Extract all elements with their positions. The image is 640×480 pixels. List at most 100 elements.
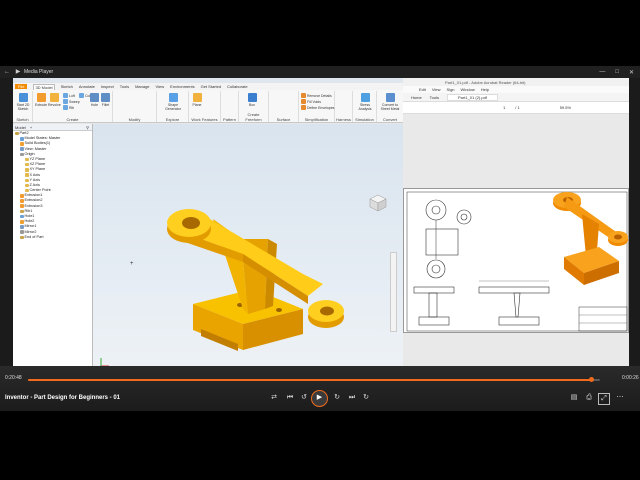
fillet-button[interactable]: Fillet xyxy=(100,93,111,107)
group-label: Explore xyxy=(165,117,180,122)
tree-node-icon xyxy=(20,225,24,229)
ribbon-group-surface: Surface xyxy=(269,91,299,122)
pdf-menu-edit[interactable]: Edit xyxy=(419,87,426,92)
tab-inspect[interactable]: Inspect xyxy=(101,84,114,89)
tab-annotate[interactable]: Annotate xyxy=(79,84,95,89)
tab-view[interactable]: View xyxy=(156,84,165,89)
viewcube-icon[interactable] xyxy=(369,194,387,212)
cursor-icon: + xyxy=(130,261,134,267)
more-icon[interactable]: ⋯ xyxy=(614,393,626,403)
define-envelopes-button[interactable]: Define Envelopes xyxy=(301,105,334,110)
tab-file[interactable]: File xyxy=(15,84,28,89)
repeat-icon[interactable]: ↻ xyxy=(360,393,372,403)
pdf-tabs: Home Tools Part1_01 (2).pdf xyxy=(403,93,629,102)
browser-tab-model[interactable]: Model xyxy=(15,125,26,130)
tree-node[interactable]: End of Part xyxy=(15,235,92,240)
pdf-canvas[interactable] xyxy=(403,114,629,378)
tab-environments[interactable]: Environments xyxy=(170,84,194,89)
group-label: Convert xyxy=(382,117,397,122)
stress-analysis-icon xyxy=(360,93,370,102)
rib-button[interactable]: Rib xyxy=(63,105,74,110)
pdf-menu-view[interactable]: View xyxy=(432,87,441,92)
ribbon: Start 2D Sketch Sketch Extrude Revolve L… xyxy=(13,90,403,123)
pdf-menu-help[interactable]: Help xyxy=(481,87,489,92)
pdf-tab-home[interactable]: Home xyxy=(411,95,422,100)
plane-button[interactable]: Plane xyxy=(191,93,203,107)
pdf-toolbar: 1 / 1 59.5% xyxy=(403,102,629,114)
sweep-button[interactable]: Sweep xyxy=(63,99,80,104)
revolve-icon xyxy=(49,93,59,102)
start-sketch-button[interactable]: Start 2D Sketch xyxy=(15,93,31,111)
maximize-icon[interactable]: □ xyxy=(615,69,619,75)
seek-bar-thumb[interactable] xyxy=(589,377,595,382)
pdf-window-title: Part1_01.pdf - Adobe Acrobat Reader (64-… xyxy=(445,79,526,85)
box-icon xyxy=(247,93,257,102)
ribbon-group-create: Extrude Revolve Loft Sweep Rib Coil Hole… xyxy=(33,91,113,122)
tab-get-started[interactable]: Get Started xyxy=(201,84,221,89)
ribbon-group-work-features: Plane Work Features xyxy=(189,91,221,122)
remove-details-button[interactable]: Remove Details xyxy=(301,93,332,98)
page-current[interactable]: 1 xyxy=(503,105,505,110)
tab-collaborate[interactable]: Collaborate xyxy=(227,84,247,89)
model-tree: Part2 Model States: Master Solid Bodies(1)… xyxy=(13,131,92,240)
play-icon: ▶ xyxy=(316,394,323,401)
graphics-viewport[interactable]: + xyxy=(93,124,403,378)
fill-voids-button[interactable]: Fill Voids xyxy=(301,99,321,104)
player-controls: 0:20:48 0:00:26 Inventor - Part Design f… xyxy=(0,366,640,411)
sketch-icon xyxy=(18,93,28,102)
stress-analysis-button[interactable]: Stress Analysis xyxy=(356,93,374,111)
box-button[interactable]: Box xyxy=(245,93,259,107)
minimize-icon[interactable]: — xyxy=(599,69,605,75)
tab-sketch[interactable]: Sketch xyxy=(61,84,73,89)
search-icon[interactable]: ⚲ xyxy=(86,125,89,130)
extrude-icon xyxy=(36,93,46,102)
video-frame[interactable]: File 3D Model Sketch Annotate Inspect Tools M… xyxy=(13,78,629,378)
pdf-tab-document[interactable]: Part1_01 (2).pdf xyxy=(447,93,498,101)
revolve-button[interactable]: Revolve xyxy=(48,93,61,107)
cast-icon[interactable]: ⎙ xyxy=(583,393,595,403)
tree-node-icon xyxy=(25,188,29,193)
seek-bar[interactable] xyxy=(28,377,600,382)
pdf-viewer-window: Part1_01.pdf - Adobe Acrobat Reader (64-… xyxy=(403,78,629,378)
shuffle-icon[interactable]: ⇄ xyxy=(268,393,280,403)
define-envelopes-icon xyxy=(301,105,306,110)
navigation-bar[interactable] xyxy=(390,252,397,332)
group-label: Modify xyxy=(128,117,141,122)
app-title: Media Player xyxy=(24,69,54,75)
tree-node-icon xyxy=(20,137,24,141)
title-bar: ← ▶ Media Player — □ ✕ xyxy=(0,66,640,78)
pdf-menu-window[interactable]: Window xyxy=(461,87,475,92)
back-arrow-icon[interactable]: ← xyxy=(3,68,11,76)
next-icon[interactable]: ⏭ xyxy=(346,393,358,403)
fullscreen-icon[interactable]: ⤢ xyxy=(598,393,610,405)
hole-button[interactable]: Hole xyxy=(89,93,100,107)
pdf-tab-tools[interactable]: Tools xyxy=(430,95,439,100)
pdf-menu-sign[interactable]: Sign xyxy=(447,87,455,92)
model-browser: Model + ⚲ Part2 Model States: Master Solid… xyxy=(13,124,93,378)
ribbon-group-sketch: Start 2D Sketch Sketch xyxy=(13,91,33,122)
previous-icon[interactable]: ⏮ xyxy=(284,393,296,403)
play-button[interactable]: ▶ xyxy=(311,390,328,407)
convert-sheet-metal-button[interactable]: Convert to Sheet Metal xyxy=(380,93,400,111)
tab-manage[interactable]: Manage xyxy=(135,84,149,89)
group-label: Surface xyxy=(276,117,291,122)
extrude-button[interactable]: Extrude xyxy=(35,93,47,107)
tree-node-icon xyxy=(20,209,24,214)
rewind-10-icon[interactable]: ↺ xyxy=(298,393,310,403)
browser-add-tab[interactable]: + xyxy=(30,125,32,130)
tree-node-icon xyxy=(25,157,29,162)
loft-button[interactable]: Loft xyxy=(63,93,75,98)
tree-node-icon xyxy=(20,204,24,208)
tree-node-icon xyxy=(20,147,24,151)
fill-voids-icon xyxy=(301,99,306,104)
tab-tools[interactable]: Tools xyxy=(120,84,129,89)
close-icon[interactable]: ✕ xyxy=(629,69,634,76)
page-total: / 1 xyxy=(515,105,520,110)
forward-30-icon[interactable]: ↻ xyxy=(331,393,343,403)
zoom-level[interactable]: 59.5% xyxy=(560,105,571,110)
shape-generator-button[interactable]: Shape Generator xyxy=(161,93,185,111)
captions-icon[interactable]: ▤ xyxy=(568,393,580,403)
tree-node-label: End of Part xyxy=(24,234,44,239)
tab-3d-model[interactable]: 3D Model xyxy=(33,83,55,90)
group-label: Sketch xyxy=(16,117,29,122)
